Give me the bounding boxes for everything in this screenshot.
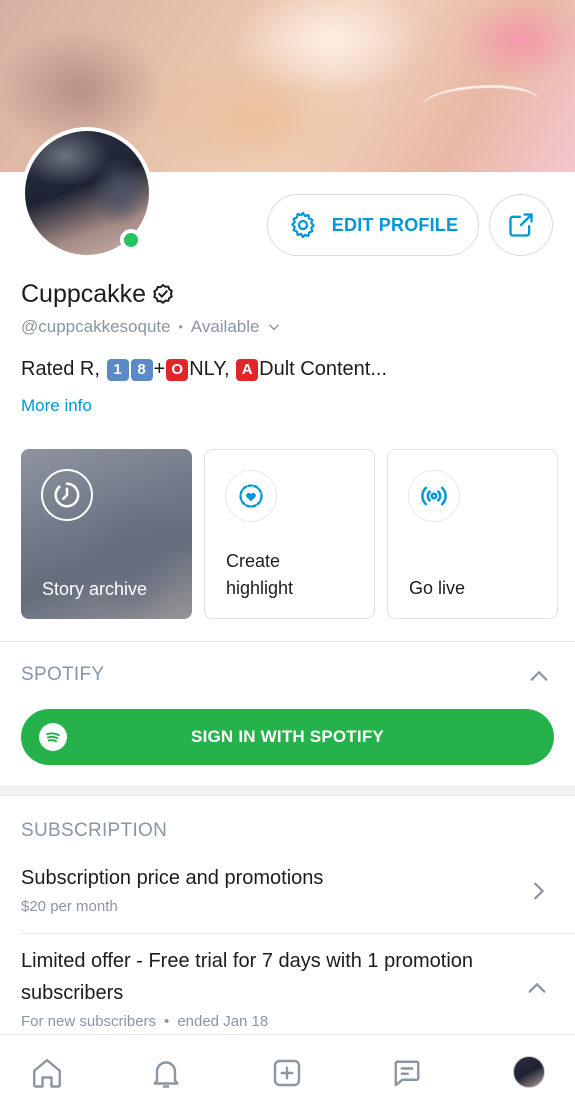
edit-profile-button[interactable]: EDIT PROFILE (267, 194, 479, 256)
divider (0, 641, 575, 642)
nav-notifications[interactable] (146, 1053, 186, 1093)
keycap-eight-emoji: 8 (130, 358, 153, 381)
chevron-down-icon[interactable] (267, 320, 281, 334)
more-info-link[interactable]: More info (21, 396, 92, 416)
create-highlight-card[interactable]: Create highlight (204, 449, 375, 619)
sign-in-spotify-label: SIGN IN WITH SPOTIFY (191, 727, 384, 746)
separator: • (164, 1013, 170, 1030)
promotion-title[interactable]: Limited offer - Free trial for 7 days wi… (21, 945, 526, 1009)
profile-name: Cuppcakke (21, 280, 147, 308)
spotify-section-title: SPOTIFY (21, 664, 105, 685)
profile-bio: Rated R, 1 8 + O NLY, A Dult Content... (21, 358, 387, 381)
share-icon (509, 213, 533, 237)
nav-home[interactable] (27, 1053, 67, 1093)
create-highlight-label: Create highlight (226, 551, 294, 598)
subscription-price-row[interactable]: Subscription price and promotions $20 pe… (0, 855, 575, 933)
promotion-meta: For new subscribers • ended Jan 18 (21, 1013, 268, 1030)
chevron-right-icon (534, 882, 545, 900)
handle-row: @cuppcakkesoqute • Available (21, 317, 281, 337)
red-o-emoji: O (166, 358, 189, 381)
story-archive-label: Story archive (42, 579, 148, 599)
keycap-one-emoji: 1 (106, 358, 129, 381)
red-a-emoji: A (236, 358, 259, 381)
subscription-price-title: Subscription price and promotions (21, 867, 324, 889)
promotion-end-date: ended Jan 18 (177, 1013, 269, 1030)
profile-handle: @cuppcakkesoqute (21, 317, 171, 336)
chevron-up-icon[interactable] (526, 977, 548, 999)
sign-in-spotify-button[interactable]: SIGN IN WITH SPOTIFY (21, 709, 554, 765)
subscription-price-value: $20 per month (21, 898, 118, 915)
separator: • (178, 320, 183, 334)
divider (21, 933, 575, 934)
home-icon (33, 1059, 61, 1088)
spotify-icon (39, 723, 67, 751)
edit-profile-label: EDIT PROFILE (331, 214, 459, 235)
nav-add-post[interactable] (267, 1053, 307, 1093)
story-archive-card[interactable]: Story archive (21, 449, 192, 619)
bell-icon (153, 1061, 179, 1088)
online-status-dot (120, 229, 142, 251)
share-profile-button[interactable] (489, 194, 553, 256)
go-live-card[interactable]: Go live (387, 449, 558, 619)
broadcast-icon (408, 470, 460, 522)
section-separator (0, 786, 575, 796)
messages-icon (394, 1060, 420, 1087)
gear-icon (291, 212, 315, 238)
go-live-label: Go live (409, 578, 466, 598)
nav-profile-avatar[interactable] (513, 1056, 545, 1088)
profile-name-row: Cuppcakke (21, 280, 176, 309)
verified-badge-icon (153, 283, 173, 304)
chevron-up-icon[interactable] (528, 665, 550, 687)
heart-dashed-circle-icon (225, 470, 277, 522)
nav-messages[interactable] (387, 1053, 427, 1093)
clock-history-icon (41, 469, 93, 521)
add-post-icon (273, 1059, 301, 1087)
promotion-audience: For new subscribers (21, 1013, 157, 1030)
availability-status[interactable]: Available (191, 317, 260, 337)
bottom-navigation (0, 1034, 575, 1112)
subscription-section-title: SUBSCRIPTION (21, 820, 168, 841)
